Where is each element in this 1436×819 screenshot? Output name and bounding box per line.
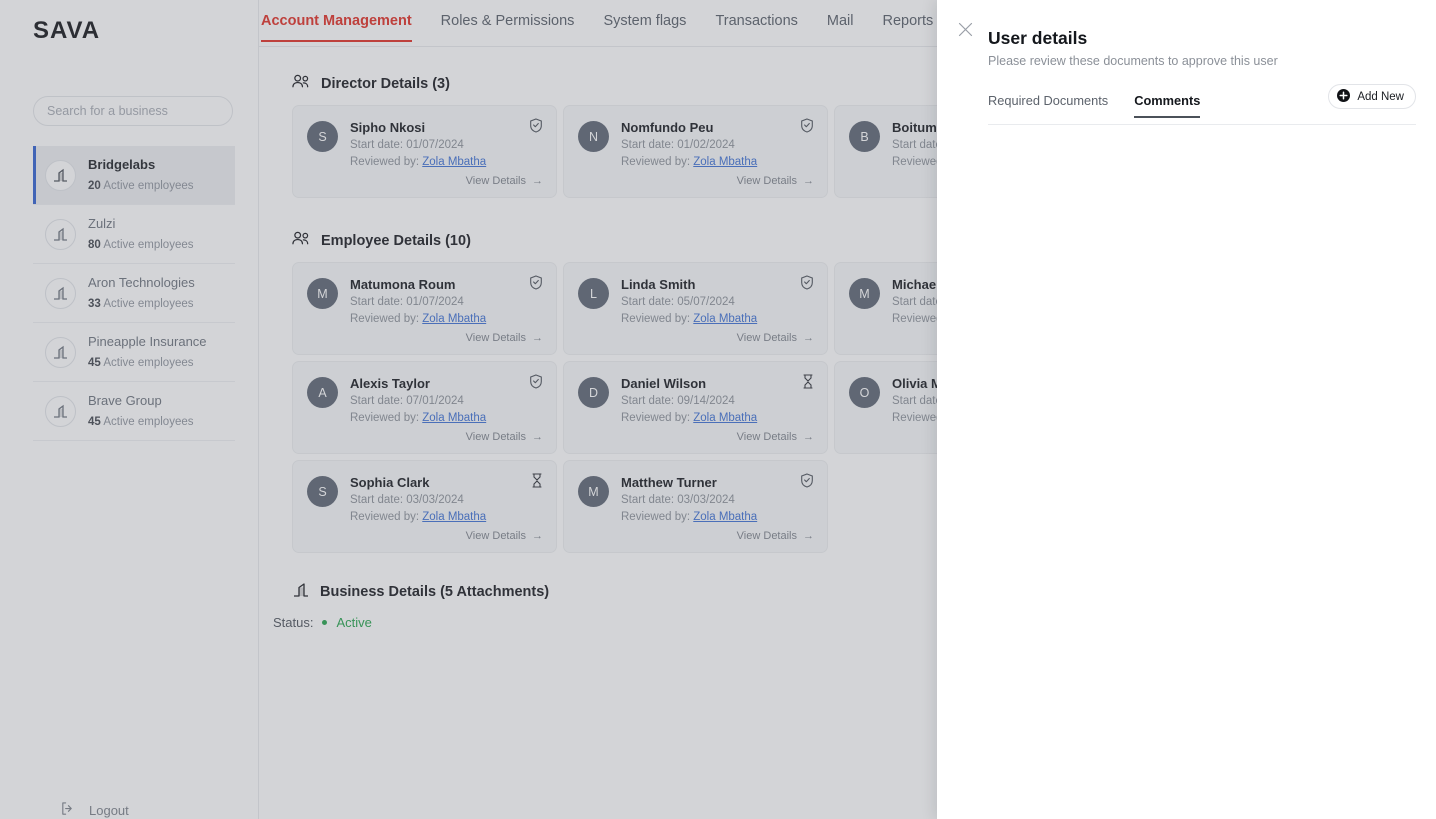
tab-comments[interactable]: Comments xyxy=(1134,93,1201,118)
app-root: SAVA Bridgelabs 20 Active employees xyxy=(0,0,1436,819)
drawer-tabs: Required Documents Comments Add New xyxy=(988,84,1416,125)
user-details-drawer: User details Please review these documen… xyxy=(937,0,1436,819)
plus-circle-icon xyxy=(1337,88,1351,105)
add-new-label: Add New xyxy=(1357,90,1404,103)
close-icon[interactable] xyxy=(954,18,976,40)
tab-required-documents[interactable]: Required Documents xyxy=(988,93,1108,117)
page-subtitle: Please review these documents to approve… xyxy=(988,54,1278,68)
page-title: User details xyxy=(988,28,1088,48)
add-new-button[interactable]: Add New xyxy=(1328,84,1416,109)
